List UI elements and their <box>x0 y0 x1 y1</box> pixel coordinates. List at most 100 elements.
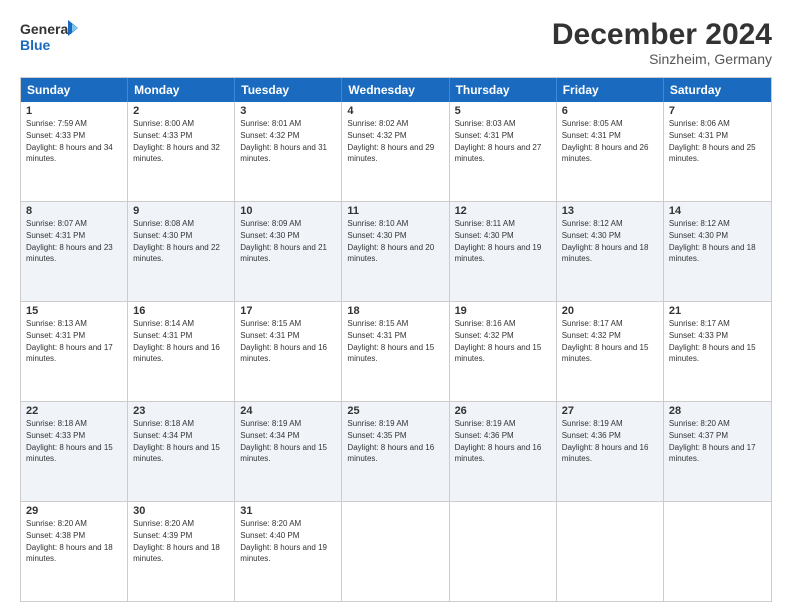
day-cell-13: 13Sunrise: 8:12 AMSunset: 4:30 PMDayligh… <box>557 202 664 301</box>
day-number: 6 <box>562 105 658 117</box>
cell-info: Sunrise: 8:20 AMSunset: 4:38 PMDaylight:… <box>26 519 113 563</box>
day-number: 24 <box>240 405 336 417</box>
day-cell-5: 5 Sunrise: 8:03 AMSunset: 4:31 PMDaylight… <box>450 102 557 201</box>
cell-info: Sunrise: 8:19 AMSunset: 4:35 PMDaylight:… <box>347 419 434 463</box>
day-cell-23: 23Sunrise: 8:18 AMSunset: 4:34 PMDayligh… <box>128 402 235 501</box>
day-number: 8 <box>26 205 122 217</box>
day-cell-2: 2 Sunrise: 8:00 AMSunset: 4:33 PMDaylight… <box>128 102 235 201</box>
week-row-4: 22 Sunrise: 8:18 AMSunset: 4:33 PMDayligh… <box>21 401 771 501</box>
cell-info: Sunrise: 8:20 AMSunset: 4:40 PMDaylight:… <box>240 519 327 563</box>
cell-info: Sunrise: 8:17 AMSunset: 4:33 PMDaylight:… <box>669 319 756 363</box>
day-number: 30 <box>133 505 229 517</box>
logo: General Blue <box>20 18 80 56</box>
day-number: 3 <box>240 105 336 117</box>
calendar: SundayMondayTuesdayWednesdayThursdayFrid… <box>20 77 772 602</box>
day-number: 26 <box>455 405 551 417</box>
header-day-friday: Friday <box>557 78 664 102</box>
day-cell-15: 15Sunrise: 8:13 AMSunset: 4:31 PMDayligh… <box>21 302 128 401</box>
day-number: 31 <box>240 505 336 517</box>
cell-info: Sunrise: 8:02 AMSunset: 4:32 PMDaylight:… <box>347 119 434 163</box>
week-row-1: 1 Sunrise: 7:59 AMSunset: 4:33 PMDaylight… <box>21 102 771 201</box>
header-day-monday: Monday <box>128 78 235 102</box>
day-cell-1: 1 Sunrise: 7:59 AMSunset: 4:33 PMDaylight… <box>21 102 128 201</box>
cell-info: Sunrise: 8:15 AMSunset: 4:31 PMDaylight:… <box>347 319 434 363</box>
day-number: 20 <box>562 305 658 317</box>
cell-info: Sunrise: 8:03 AMSunset: 4:31 PMDaylight:… <box>455 119 542 163</box>
cell-info: Sunrise: 8:08 AMSunset: 4:30 PMDaylight:… <box>133 219 220 263</box>
day-number: 2 <box>133 105 229 117</box>
day-cell-25: 25 Sunrise: 8:19 AMSunset: 4:35 PMDayligh… <box>342 402 449 501</box>
day-cell-14: 14 Sunrise: 8:12 AMSunset: 4:30 PMDayligh… <box>664 202 771 301</box>
cell-info: Sunrise: 8:20 AMSunset: 4:37 PMDaylight:… <box>669 419 756 463</box>
cell-info: Sunrise: 8:07 AMSunset: 4:31 PMDaylight:… <box>26 219 113 263</box>
cell-info: Sunrise: 8:12 AMSunset: 4:30 PMDaylight:… <box>562 219 649 263</box>
header-day-tuesday: Tuesday <box>235 78 342 102</box>
header-day-wednesday: Wednesday <box>342 78 449 102</box>
day-number: 25 <box>347 405 443 417</box>
day-number: 22 <box>26 405 122 417</box>
cell-info: Sunrise: 8:15 AMSunset: 4:31 PMDaylight:… <box>240 319 327 363</box>
day-cell-12: 12 Sunrise: 8:11 AMSunset: 4:30 PMDayligh… <box>450 202 557 301</box>
cell-info: Sunrise: 8:09 AMSunset: 4:30 PMDaylight:… <box>240 219 327 263</box>
day-cell-21: 21Sunrise: 8:17 AMSunset: 4:33 PMDayligh… <box>664 302 771 401</box>
day-number: 11 <box>347 205 443 217</box>
cell-info: Sunrise: 8:05 AMSunset: 4:31 PMDaylight:… <box>562 119 649 163</box>
page: General Blue December 2024 Sinzheim, Ger… <box>0 0 792 612</box>
cell-info: Sunrise: 8:18 AMSunset: 4:33 PMDaylight:… <box>26 419 113 463</box>
day-cell-27: 27 Sunrise: 8:19 AMSunset: 4:36 PMDayligh… <box>557 402 664 501</box>
calendar-header: SundayMondayTuesdayWednesdayThursdayFrid… <box>21 78 771 102</box>
day-number: 19 <box>455 305 551 317</box>
day-number: 28 <box>669 405 766 417</box>
day-cell-28: 28 Sunrise: 8:20 AMSunset: 4:37 PMDayligh… <box>664 402 771 501</box>
day-cell-20: 20Sunrise: 8:17 AMSunset: 4:32 PMDayligh… <box>557 302 664 401</box>
day-cell-24: 24 Sunrise: 8:19 AMSunset: 4:34 PMDayligh… <box>235 402 342 501</box>
day-number: 27 <box>562 405 658 417</box>
day-cell-29: 29 Sunrise: 8:20 AMSunset: 4:38 PMDayligh… <box>21 502 128 601</box>
day-number: 9 <box>133 205 229 217</box>
svg-text:General: General <box>20 21 72 37</box>
day-cell-6: 6 Sunrise: 8:05 AMSunset: 4:31 PMDaylight… <box>557 102 664 201</box>
day-number: 4 <box>347 105 443 117</box>
cell-info: Sunrise: 8:14 AMSunset: 4:31 PMDaylight:… <box>133 319 220 363</box>
day-number: 7 <box>669 105 766 117</box>
week-row-3: 15Sunrise: 8:13 AMSunset: 4:31 PMDayligh… <box>21 301 771 401</box>
cell-info: Sunrise: 7:59 AMSunset: 4:33 PMDaylight:… <box>26 119 113 163</box>
day-cell-30: 30 Sunrise: 8:20 AMSunset: 4:39 PMDayligh… <box>128 502 235 601</box>
svg-text:Blue: Blue <box>20 37 51 53</box>
cell-info: Sunrise: 8:00 AMSunset: 4:33 PMDaylight:… <box>133 119 220 163</box>
cell-info: Sunrise: 8:19 AMSunset: 4:36 PMDaylight:… <box>562 419 649 463</box>
day-number: 1 <box>26 105 122 117</box>
week-row-2: 8 Sunrise: 8:07 AMSunset: 4:31 PMDaylight… <box>21 201 771 301</box>
day-number: 14 <box>669 205 766 217</box>
cell-info: Sunrise: 8:19 AMSunset: 4:34 PMDaylight:… <box>240 419 327 463</box>
header-day-sunday: Sunday <box>21 78 128 102</box>
cell-info: Sunrise: 8:18 AMSunset: 4:34 PMDaylight:… <box>133 419 220 463</box>
day-number: 10 <box>240 205 336 217</box>
header: General Blue December 2024 Sinzheim, Ger… <box>20 18 772 67</box>
day-cell-8: 8 Sunrise: 8:07 AMSunset: 4:31 PMDaylight… <box>21 202 128 301</box>
day-number: 18 <box>347 305 443 317</box>
empty-cell-4-3 <box>342 502 449 601</box>
day-number: 16 <box>133 305 229 317</box>
cell-info: Sunrise: 8:16 AMSunset: 4:32 PMDaylight:… <box>455 319 542 363</box>
day-cell-11: 11 Sunrise: 8:10 AMSunset: 4:30 PMDayligh… <box>342 202 449 301</box>
cell-info: Sunrise: 8:10 AMSunset: 4:30 PMDaylight:… <box>347 219 434 263</box>
day-number: 5 <box>455 105 551 117</box>
day-number: 29 <box>26 505 122 517</box>
empty-cell-4-5 <box>557 502 664 601</box>
day-cell-31: 31 Sunrise: 8:20 AMSunset: 4:40 PMDayligh… <box>235 502 342 601</box>
header-day-thursday: Thursday <box>450 78 557 102</box>
cell-info: Sunrise: 8:06 AMSunset: 4:31 PMDaylight:… <box>669 119 756 163</box>
cell-info: Sunrise: 8:12 AMSunset: 4:30 PMDaylight:… <box>669 219 756 263</box>
day-number: 15 <box>26 305 122 317</box>
week-row-5: 29 Sunrise: 8:20 AMSunset: 4:38 PMDayligh… <box>21 501 771 601</box>
day-cell-10: 10 Sunrise: 8:09 AMSunset: 4:30 PMDayligh… <box>235 202 342 301</box>
day-number: 12 <box>455 205 551 217</box>
logo-svg: General Blue <box>20 18 80 56</box>
cell-info: Sunrise: 8:11 AMSunset: 4:30 PMDaylight:… <box>455 219 542 263</box>
header-day-saturday: Saturday <box>664 78 771 102</box>
cell-info: Sunrise: 8:20 AMSunset: 4:39 PMDaylight:… <box>133 519 220 563</box>
day-number: 17 <box>240 305 336 317</box>
title-block: December 2024 Sinzheim, Germany <box>552 18 772 67</box>
day-cell-17: 17 Sunrise: 8:15 AMSunset: 4:31 PMDayligh… <box>235 302 342 401</box>
